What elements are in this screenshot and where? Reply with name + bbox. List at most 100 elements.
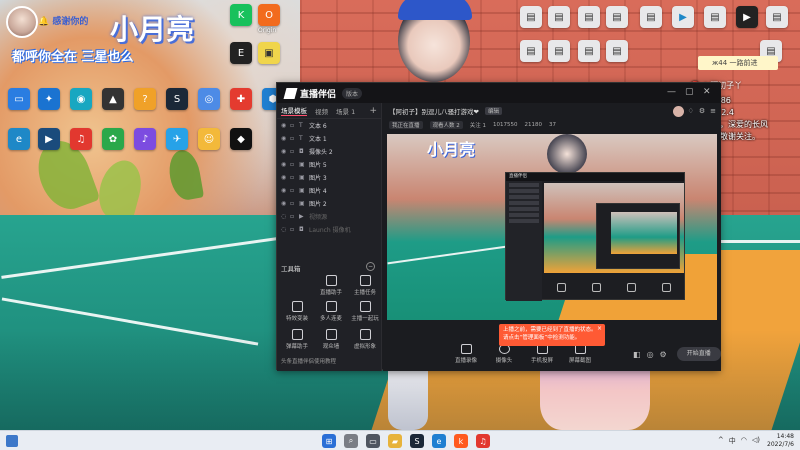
lock-icon[interactable]: ▫ [290, 187, 299, 194]
desktop-app-icon[interactable]: ? [134, 88, 156, 110]
desktop-app-icon[interactable]: ◎ [198, 88, 220, 110]
desktop-file-icon[interactable]: ▤ [520, 6, 542, 28]
layer-item[interactable]: ◉ ▫ ▣ 图片 5 [277, 158, 381, 171]
tool-danmaku[interactable]: 弹幕助手 [281, 329, 313, 350]
desktop-netease-icon[interactable]: ♫ [70, 128, 92, 150]
layer-item[interactable]: ◉ ▫ T 文本 1 [277, 132, 381, 145]
app-titlebar[interactable]: 直播伴侣 版本 — ▢ ✕ [277, 83, 721, 103]
lock-icon[interactable]: ▫ [290, 213, 299, 220]
minimize-icon[interactable]: — [667, 87, 676, 97]
add-scene-icon[interactable]: + [369, 106, 377, 116]
desktop-file-icon[interactable]: ▤ [606, 6, 628, 28]
lock-icon[interactable]: ▫ [290, 200, 299, 207]
lock-icon[interactable]: ▫ [290, 135, 299, 142]
explorer-icon[interactable]: ▰ [388, 434, 402, 448]
lock-icon[interactable]: ▫ [290, 148, 299, 155]
layer-item[interactable]: ◌ ▫ ▶ 视频源 [277, 210, 381, 223]
layer-item[interactable]: ◉ ▫ ▣ 图片 3 [277, 171, 381, 184]
desktop-pc-icon[interactable]: ▭ [8, 88, 30, 110]
desktop-file-icon[interactable]: ▤ [520, 40, 542, 62]
eye-icon[interactable]: ◉ [281, 148, 290, 155]
user-avatar[interactable] [672, 105, 684, 117]
close-hint-icon[interactable]: × [597, 325, 602, 333]
layer-item[interactable]: ◉ ▫ T 文本 6 [277, 119, 381, 132]
desktop-app-icon[interactable]: ▶ [38, 128, 60, 150]
desktop-app-icon[interactable]: ◆ [230, 128, 252, 150]
eye-icon[interactable]: ◉ [281, 135, 290, 142]
tool-audience-wall[interactable]: 观众墙 [315, 329, 347, 350]
tool-virtual-avatar[interactable]: 虚拟形象 [349, 329, 381, 350]
edge-icon[interactable]: e [432, 434, 446, 448]
wifi-icon[interactable]: ◠ [741, 436, 747, 446]
eye-icon[interactable]: ◌ [281, 213, 290, 220]
settings-icon[interactable]: ⚙ [660, 350, 667, 359]
eye-icon[interactable]: ◌ [281, 226, 290, 233]
lock-icon[interactable]: ▫ [290, 226, 299, 233]
bell-icon[interactable]: ♢ [688, 107, 694, 115]
desktop-steam-icon[interactable]: S [166, 88, 188, 110]
widgets-icon[interactable] [6, 435, 18, 447]
desktop-video-icon[interactable]: ▶ [736, 6, 758, 28]
app-version-badge[interactable]: 版本 [342, 87, 363, 99]
lock-icon[interactable]: ▫ [290, 174, 299, 181]
eye-icon[interactable]: ◉ [281, 200, 290, 207]
search-icon[interactable]: ⌕ [344, 434, 358, 448]
camera-button[interactable]: 摄像头 [485, 344, 523, 364]
eye-icon[interactable]: ◉ [281, 122, 290, 129]
desktop-epic-icon[interactable]: E [230, 42, 252, 64]
layer-item[interactable]: ◉ ▫ ▣ 图片 4 [277, 184, 381, 197]
desktop-kook-icon[interactable]: K [230, 4, 252, 26]
eye-preview-icon[interactable]: ◎ [647, 350, 654, 359]
chevron-up-icon[interactable]: ^ [718, 436, 724, 446]
streaming-app-window[interactable]: 直播伴侣 版本 — ▢ ✕ 场景模板 视频 场景 1 + ◉ ▫ T 文本 6 ◉ ▫ T… [276, 82, 721, 371]
hint-popup[interactable]: 上播之前，需要已经到了直播的状态。请点击“管理面板”中检测功能。 × [499, 324, 605, 346]
desktop-file-icon[interactable]: ▤ [578, 6, 600, 28]
input-method-icon[interactable]: 中 [729, 436, 736, 446]
desktop-chrome-icon[interactable]: ◉ [70, 88, 92, 110]
record-button[interactable]: 直播录像 [447, 344, 485, 364]
volume-icon[interactable]: ◁) [752, 436, 760, 446]
desktop-video-icon[interactable]: ▶ [672, 6, 694, 28]
netease-icon[interactable]: ♫ [476, 434, 490, 448]
lock-icon[interactable]: ▫ [290, 161, 299, 168]
eye-icon[interactable]: ◉ [281, 174, 290, 181]
clock[interactable]: 14:48 2022/7/6 [767, 433, 794, 449]
lock-icon[interactable]: ▫ [290, 122, 299, 129]
tool-effects[interactable]: 特效变装 [281, 301, 313, 322]
eye-icon[interactable]: ◉ [281, 161, 290, 168]
desktop-file-icon[interactable]: ▤ [766, 6, 788, 28]
layer-item[interactable]: ◉ ▫ ▣ 图片 2 [277, 197, 381, 210]
start-live-button[interactable]: 开始直播 [676, 347, 721, 361]
maximize-icon[interactable]: ▢ [685, 87, 694, 97]
desktop-file-icon[interactable]: ▤ [548, 40, 570, 62]
tool-streamer-task[interactable]: 主播任务 [349, 275, 381, 296]
desktop-app-icon[interactable]: ☺ [198, 128, 220, 150]
steam-icon[interactable]: S [410, 434, 424, 448]
tutorial-link[interactable]: 头条直播伴侣使用教程 [281, 357, 336, 365]
desktop-app-icon[interactable]: ▲ [102, 88, 124, 110]
eye-icon[interactable]: ◉ [281, 187, 290, 194]
desktop-origin-icon[interactable]: O [258, 4, 280, 26]
tool-live-assistant[interactable]: 直播助手 [315, 275, 347, 296]
tab-video[interactable]: 视频 [315, 106, 328, 116]
collapse-toolbox-icon[interactable]: − [366, 262, 375, 271]
desktop-file-icon[interactable]: ▤ [640, 6, 662, 28]
desktop-app-icon[interactable]: ✈ [166, 128, 188, 150]
desktop-folder-icon[interactable]: ▣ [258, 42, 280, 64]
tool-multi-mic[interactable]: 多人连麦 [315, 301, 347, 322]
layer-item[interactable]: ◌ ▫ ◘ Launch 摄像机 [277, 223, 381, 236]
desktop-app-icon[interactable]: ✦ [38, 88, 60, 110]
layer-item[interactable]: ◉ ▫ ◘ 摄像头 2 [277, 145, 381, 158]
taskview-icon[interactable]: ▭ [366, 434, 380, 448]
phone-cast-button[interactable]: 手机投屏 [523, 344, 561, 364]
desktop-app-icon[interactable]: ✿ [102, 128, 124, 150]
desktop-file-icon[interactable]: ▤ [548, 6, 570, 28]
tab-scene-template[interactable]: 场景模板 [281, 105, 307, 116]
start-icon[interactable]: ⊞ [322, 434, 336, 448]
tab-scene-1[interactable]: 场景 1 [336, 106, 355, 116]
desktop-file-icon[interactable]: ▤ [578, 40, 600, 62]
desktop-app-icon[interactable]: ✚ [230, 88, 252, 110]
tool-play-together[interactable]: 主播一起玩 [349, 301, 381, 322]
desktop-file-icon[interactable]: ▤ [606, 40, 628, 62]
screenshot-button[interactable]: 屏幕截图 [561, 344, 599, 364]
